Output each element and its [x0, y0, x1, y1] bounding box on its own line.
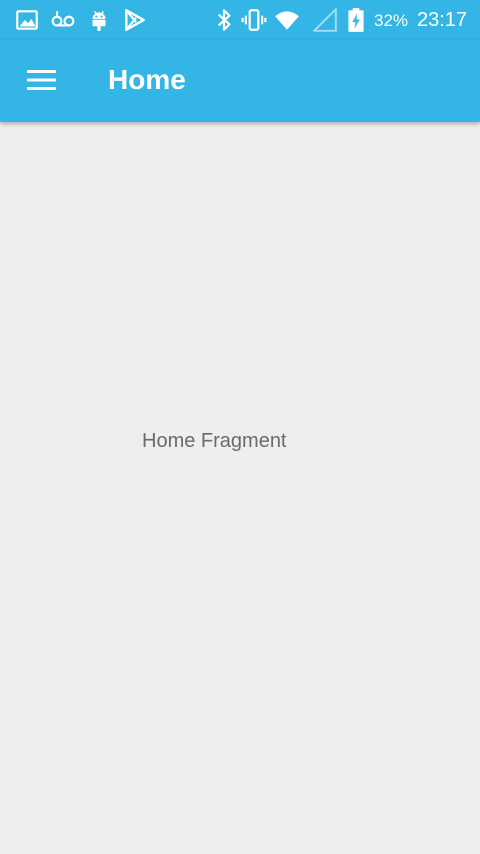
- vibrate-icon: [241, 7, 267, 33]
- main-content: Home Fragment: [0, 122, 480, 854]
- battery-charging-icon: [343, 7, 369, 33]
- page-title: Home: [108, 64, 186, 95]
- android-icon: [86, 7, 112, 33]
- gallery-icon: [14, 7, 40, 33]
- cell-signal-icon: [312, 7, 338, 33]
- play-store-icon: [122, 7, 148, 33]
- voicemail-icon: [50, 7, 76, 33]
- bluetooth-icon: [211, 7, 237, 33]
- app-bar: Home: [0, 40, 480, 122]
- hamburger-menu-icon[interactable]: [20, 60, 64, 100]
- clock: 23:17: [417, 9, 468, 31]
- fragment-label: Home Fragment: [142, 430, 287, 452]
- battery-percentage: 32%: [374, 11, 409, 30]
- status-bar: 32% 23:17: [0, 0, 480, 40]
- wifi-icon: [274, 7, 300, 33]
